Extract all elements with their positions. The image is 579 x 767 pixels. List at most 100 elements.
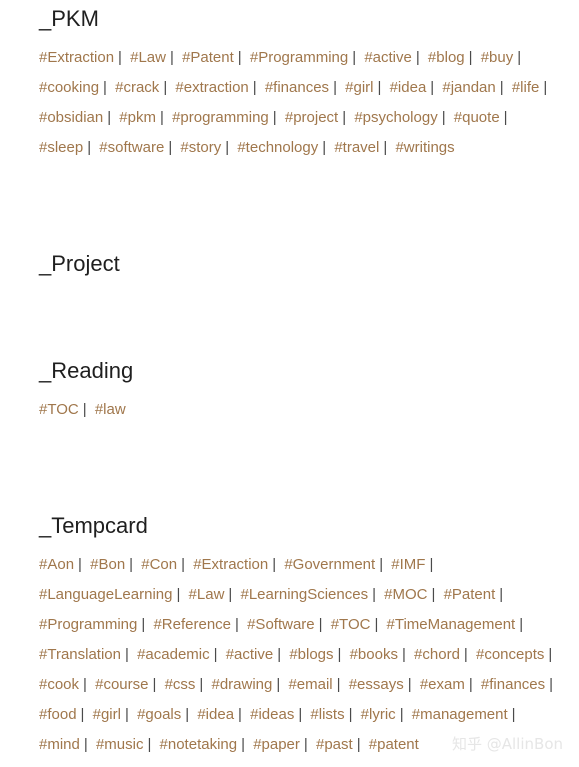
tag-link[interactable]: #obsidian <box>39 109 103 126</box>
tag-link[interactable]: #Law <box>189 586 225 603</box>
tag-link[interactable]: #finances <box>265 79 329 96</box>
tag-link[interactable]: #music <box>96 736 144 753</box>
tag-link[interactable]: #blog <box>428 49 465 66</box>
tag-link[interactable]: #Programming <box>250 49 348 66</box>
tag-separator: | <box>83 736 88 753</box>
tag-link[interactable]: #drawing <box>211 676 272 693</box>
tag-link[interactable]: #course <box>95 676 148 693</box>
tag-link[interactable]: #travel <box>334 139 379 156</box>
tag-link[interactable]: #goals <box>137 706 181 723</box>
tag-link[interactable]: #finances <box>481 676 545 693</box>
tag-separator: | <box>468 676 473 693</box>
tag-link[interactable]: #TimeManagement <box>387 616 516 633</box>
tag-link[interactable]: #email <box>288 676 332 693</box>
tag-separator: | <box>83 676 87 693</box>
tag-link[interactable]: #pkm <box>119 109 156 126</box>
tag-link[interactable]: #idea <box>197 706 234 723</box>
tag-link[interactable]: #management <box>412 706 508 723</box>
tag-link[interactable]: #lyric <box>361 706 396 723</box>
tag-list: #Extraction | #Law | #Patent | #Programming… <box>39 43 559 163</box>
tag-link[interactable]: #project <box>285 109 338 126</box>
tag-link[interactable]: #crack <box>115 79 159 96</box>
tag-separator: | <box>322 139 327 156</box>
tag-link[interactable]: #concepts <box>476 646 544 663</box>
tag-link[interactable]: #idea <box>390 79 427 96</box>
tag-link[interactable]: #essays <box>349 676 404 693</box>
tag-link[interactable]: #buy <box>481 49 514 66</box>
tag-link[interactable]: #writings <box>395 139 454 156</box>
tag-link[interactable]: #Patent <box>444 586 496 603</box>
tag-link[interactable]: #LearningSciences <box>240 586 368 603</box>
tag-separator: | <box>372 586 376 603</box>
tag-link[interactable]: #sleep <box>39 139 83 156</box>
tag-link[interactable]: #LanguageLearning <box>39 586 172 603</box>
tag-link[interactable]: #blogs <box>289 646 333 663</box>
tag-link[interactable]: #Law <box>130 49 166 66</box>
tag-separator: | <box>277 646 282 663</box>
tag-link[interactable]: #exam <box>420 676 465 693</box>
tag-separator: | <box>228 586 233 603</box>
tag-separator: | <box>118 49 122 66</box>
tag-link[interactable]: #chord <box>414 646 460 663</box>
tag-separator: | <box>107 109 112 126</box>
tag-separator: | <box>235 616 239 633</box>
tag-link[interactable]: #academic <box>137 646 210 663</box>
tag-link[interactable]: #lists <box>310 706 344 723</box>
tag-link[interactable]: #life <box>512 79 540 96</box>
tag-link[interactable]: #girl <box>345 79 373 96</box>
tag-link[interactable]: #software <box>99 139 164 156</box>
tag-separator: | <box>163 79 168 96</box>
tag-separator: | <box>499 586 504 603</box>
tag-separator: | <box>342 109 347 126</box>
tag-link[interactable]: #food <box>39 706 77 723</box>
tag-separator: | <box>147 736 152 753</box>
tag-link[interactable]: #extraction <box>175 79 248 96</box>
tag-link[interactable]: #girl <box>93 706 121 723</box>
tag-separator: | <box>141 616 146 633</box>
tag-link[interactable]: #IMF <box>391 556 425 573</box>
tag-link[interactable]: #Programming <box>39 616 137 633</box>
tag-link[interactable]: #story <box>180 139 221 156</box>
tag-link[interactable]: #programming <box>172 109 269 126</box>
tag-link[interactable]: #Bon <box>90 556 125 573</box>
tag-link[interactable]: #jandan <box>442 79 495 96</box>
tag-separator: | <box>379 556 384 573</box>
tag-separator: | <box>80 706 85 723</box>
tag-link[interactable]: #Patent <box>182 49 234 66</box>
tag-link[interactable]: #psychology <box>354 109 437 126</box>
tag-link[interactable]: #Con <box>141 556 177 573</box>
tag-link[interactable]: #mind <box>39 736 80 753</box>
tag-link[interactable]: #Reference <box>153 616 231 633</box>
tag-separator: | <box>511 706 516 723</box>
tag-link[interactable]: #Aon <box>39 556 74 573</box>
tag-link[interactable]: #active <box>226 646 274 663</box>
tag-link[interactable]: #active <box>364 49 412 66</box>
tag-separator: | <box>125 646 129 663</box>
tag-link[interactable]: #past <box>316 736 353 753</box>
tag-link[interactable]: #Software <box>247 616 315 633</box>
tag-link[interactable]: #css <box>165 676 196 693</box>
tag-link[interactable]: #quote <box>454 109 500 126</box>
section-tempcard: _Tempcard #Aon | #Bon | #Con | #Extraction |… <box>39 511 559 760</box>
tag-separator: | <box>383 139 388 156</box>
tag-link[interactable]: #paper <box>253 736 300 753</box>
tag-link[interactable]: #technology <box>237 139 318 156</box>
tag-separator: | <box>225 139 230 156</box>
tag-link[interactable]: #books <box>350 646 398 663</box>
tag-link[interactable]: #cook <box>39 676 79 693</box>
tag-link[interactable]: #Extraction <box>193 556 268 573</box>
tag-link[interactable]: #ideas <box>250 706 294 723</box>
tag-link[interactable]: #cooking <box>39 79 99 96</box>
tag-link[interactable]: #Translation <box>39 646 121 663</box>
tag-separator: | <box>181 556 186 573</box>
section-reading: _Reading #TOC | #law <box>39 356 559 425</box>
tag-link[interactable]: #TOC <box>39 401 79 418</box>
tag-link[interactable]: #law <box>95 401 126 418</box>
tag-link[interactable]: #Extraction <box>39 49 114 66</box>
section-title: _Reading <box>39 358 134 383</box>
tag-link[interactable]: #MOC <box>384 586 427 603</box>
tag-link[interactable]: #TOC <box>331 616 371 633</box>
tag-link[interactable]: #Government <box>284 556 375 573</box>
tag-link[interactable]: #patent <box>369 736 419 753</box>
tag-link[interactable]: #notetaking <box>160 736 238 753</box>
